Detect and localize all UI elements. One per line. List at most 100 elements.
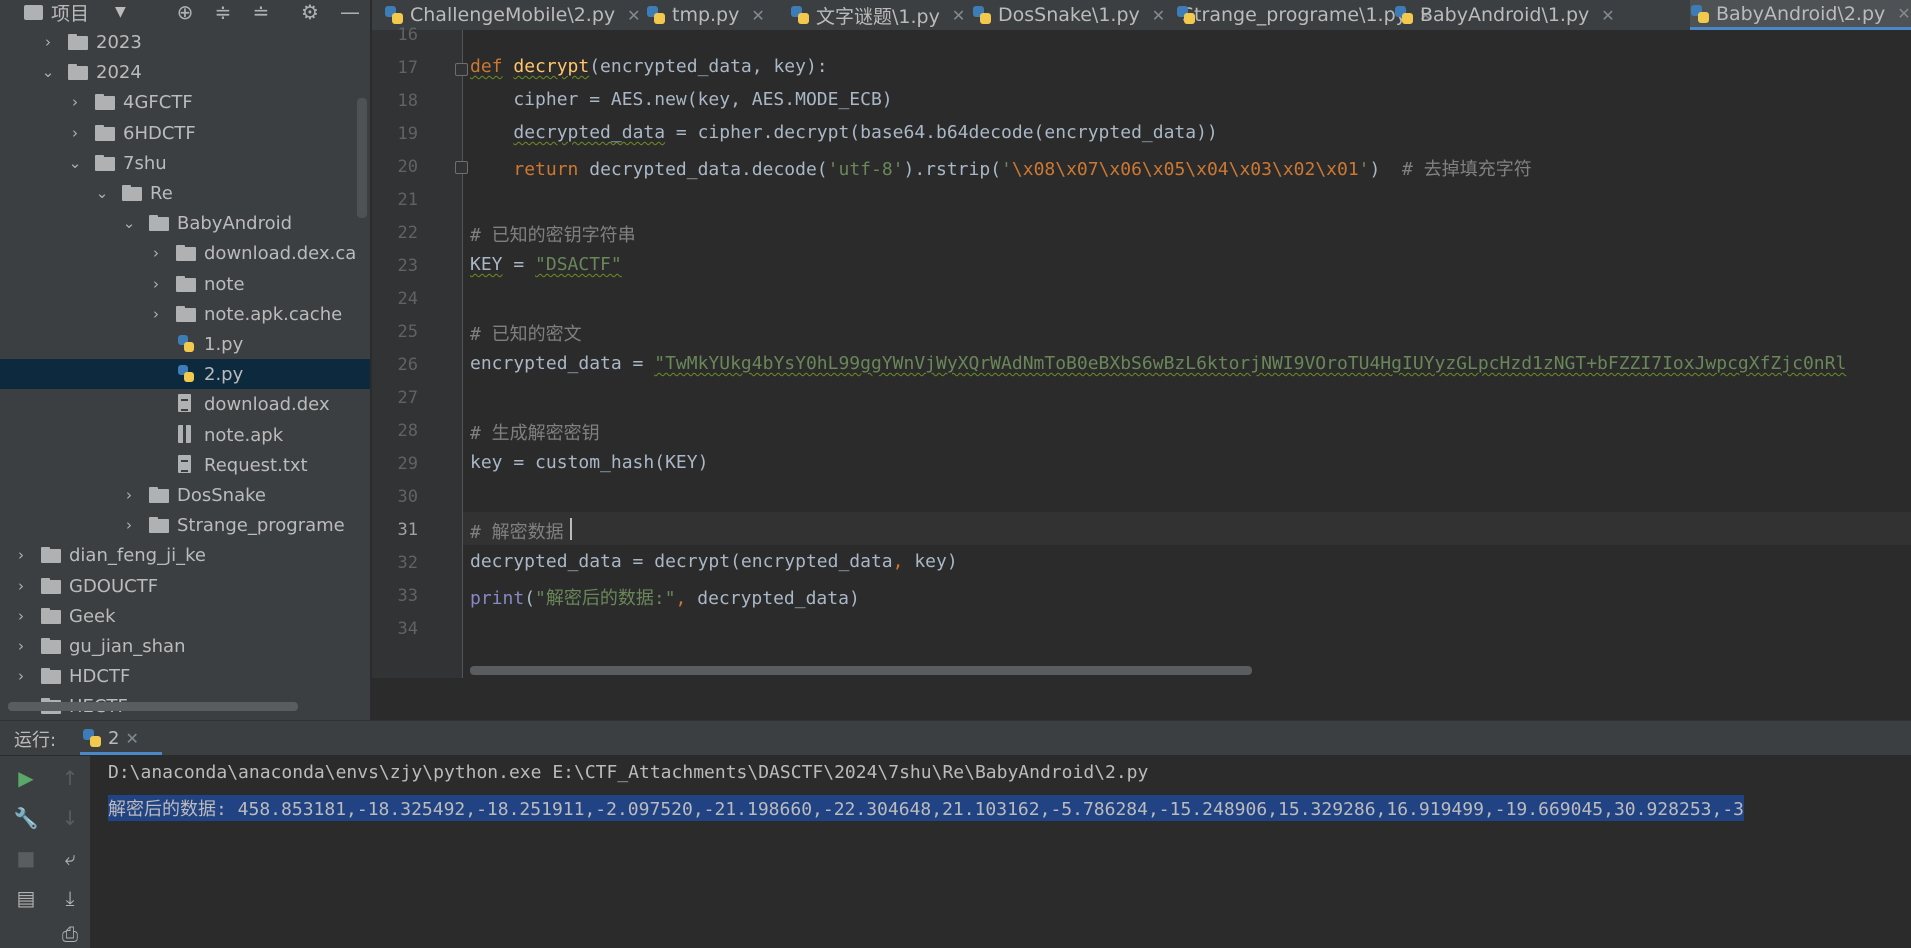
code-token: ' bbox=[1358, 159, 1370, 180]
tree-item-label: 6HDCTF bbox=[123, 122, 196, 144]
chevron-right-icon[interactable]: › bbox=[40, 34, 56, 50]
tree-item-label: Geek bbox=[69, 605, 116, 627]
chevron-right-icon[interactable]: › bbox=[148, 245, 164, 261]
python-file-icon bbox=[646, 5, 666, 25]
tree-item-note-apk-cache[interactable]: › note.apk.cache bbox=[0, 299, 370, 329]
code-token: "解密后的数据:" bbox=[535, 588, 676, 609]
editor-horizontal-scrollbar[interactable] bbox=[470, 666, 1252, 675]
editor-tab-label: Strange_programe\1.py bbox=[1182, 4, 1407, 26]
tree-item-hdctf[interactable]: › HDCTF bbox=[0, 661, 370, 691]
tree-item-geek[interactable]: › Geek bbox=[0, 601, 370, 631]
tree-item-label: 2.py bbox=[204, 363, 244, 385]
project-panel-header: 项目 ▼ ⊕ ≑ ≐ ⚙ — bbox=[0, 0, 370, 26]
editor-tab[interactable]: ChallengeMobile\2.py ✕ bbox=[384, 0, 646, 30]
chevron-right-icon[interactable]: › bbox=[13, 578, 29, 594]
chevron-down-icon[interactable]: ⌄ bbox=[94, 185, 110, 201]
console-output-line[interactable]: 解密后的数据: 458.853181,-18.325492,-18.251911… bbox=[108, 795, 1745, 821]
fold-marker-icon[interactable] bbox=[455, 161, 468, 174]
chevron-down-icon[interactable]: ⌄ bbox=[67, 155, 83, 171]
collapse-all-icon[interactable]: ≐ bbox=[249, 0, 273, 24]
python-file-icon bbox=[176, 335, 196, 352]
chevron-right-icon[interactable]: › bbox=[67, 94, 83, 110]
editor-tab[interactable]: Strange_programe\1.py ✕ bbox=[1176, 0, 1432, 30]
chevron-right-icon[interactable]: › bbox=[13, 547, 29, 563]
scroll-down-icon[interactable]: ↓ bbox=[56, 804, 84, 832]
code-token: key) bbox=[903, 551, 958, 572]
tree-item-6hdctf[interactable]: › 6HDCTF bbox=[0, 118, 370, 148]
run-console[interactable] bbox=[92, 756, 1911, 948]
tree-item-babyandroid[interactable]: ⌄ BabyAndroid bbox=[0, 208, 370, 238]
tree-item-strange-programe[interactable]: › Strange_programe bbox=[0, 510, 370, 540]
project-tree-vertical-scrollbar[interactable] bbox=[357, 98, 367, 218]
chevron-right-icon[interactable]: › bbox=[148, 276, 164, 292]
scroll-to-end-icon[interactable]: ⤓ bbox=[56, 884, 84, 912]
tree-item-1-py[interactable]: 1.py bbox=[0, 329, 370, 359]
folder-icon bbox=[68, 34, 88, 50]
editor-tab[interactable]: tmp.py ✕ bbox=[646, 0, 790, 30]
tree-item-2023[interactable]: › 2023 bbox=[0, 27, 370, 57]
chevron-down-icon[interactable]: ⌄ bbox=[40, 64, 56, 80]
project-tree-horizontal-scrollbar[interactable] bbox=[8, 702, 298, 711]
folder-icon bbox=[176, 245, 196, 261]
tree-item-label: Re bbox=[150, 182, 173, 204]
chevron-right-icon[interactable]: › bbox=[13, 608, 29, 624]
chevron-right-icon[interactable]: › bbox=[148, 306, 164, 322]
tree-item-note-apk[interactable]: note.apk bbox=[0, 420, 370, 450]
tree-item-note[interactable]: › note bbox=[0, 269, 370, 299]
code-token: return bbox=[513, 159, 579, 180]
chevron-right-icon[interactable]: › bbox=[13, 638, 29, 654]
editor-tab[interactable]: 文字谜题\1.py ✕ bbox=[790, 0, 972, 30]
chevron-right-icon[interactable]: › bbox=[121, 517, 137, 533]
editor-tab-label: BabyAndroid\2.py bbox=[1716, 2, 1886, 25]
tree-item-2-py[interactable]: 2.py bbox=[0, 359, 370, 389]
code-token: decrypted_data) bbox=[686, 588, 860, 609]
scroll-up-icon[interactable]: ↑ bbox=[56, 764, 84, 792]
project-view-selector[interactable]: 项目 ▼ bbox=[24, 0, 126, 26]
close-icon[interactable]: ✕ bbox=[952, 6, 965, 25]
tree-item-re[interactable]: ⌄ Re bbox=[0, 178, 370, 208]
tree-item-download-dex[interactable]: download.dex bbox=[0, 389, 370, 419]
hide-panel-icon[interactable]: — bbox=[338, 0, 362, 24]
editor-tab[interactable]: DosSnake\1.py ✕ bbox=[972, 0, 1176, 30]
soft-wrap-icon[interactable]: ⤶ bbox=[56, 844, 84, 872]
chevron-down-icon[interactable]: ▼ bbox=[115, 4, 126, 20]
rerun-icon[interactable]: ▶ bbox=[12, 764, 40, 792]
tree-item-download-dex-ca[interactable]: › download.dex.ca bbox=[0, 238, 370, 268]
line-number: 16 bbox=[397, 25, 418, 45]
tree-item-gu-jian-shan[interactable]: › gu_jian_shan bbox=[0, 631, 370, 661]
folder-icon bbox=[41, 578, 61, 594]
tree-item-request-txt[interactable]: Request.txt bbox=[0, 450, 370, 480]
editor-tab[interactable]: BabyAndroid\1.py ✕ bbox=[1394, 0, 1640, 30]
gear-icon[interactable]: ⚙ bbox=[298, 0, 322, 24]
code-token: ( bbox=[524, 588, 536, 609]
run-tab[interactable]: 2 ✕ bbox=[82, 722, 162, 754]
close-icon[interactable]: ✕ bbox=[125, 729, 138, 748]
tree-item-gdouctf[interactable]: › GDOUCTF bbox=[0, 571, 370, 601]
close-icon[interactable]: ✕ bbox=[1601, 6, 1614, 25]
editor-tab[interactable]: BabyAndroid\2.py ✕ bbox=[1690, 0, 1911, 30]
chevron-right-icon[interactable]: › bbox=[13, 668, 29, 684]
tree-item-2024[interactable]: ⌄ 2024 bbox=[0, 57, 370, 87]
close-icon[interactable]: ✕ bbox=[627, 6, 640, 25]
wrench-icon[interactable]: 🔧 bbox=[12, 804, 40, 832]
expand-all-icon[interactable]: ≑ bbox=[211, 0, 235, 24]
chevron-right-icon[interactable]: › bbox=[121, 487, 137, 503]
tree-item-dian-feng-ji-ke[interactable]: › dian_feng_ji_ke bbox=[0, 540, 370, 570]
tree-item-4gfctf[interactable]: › 4GFCTF bbox=[0, 87, 370, 117]
print-icon[interactable]: ⎙ bbox=[56, 920, 84, 948]
tree-item-label: 2023 bbox=[96, 31, 142, 53]
stop-icon[interactable]: ■ bbox=[12, 844, 40, 872]
fold-marker-icon[interactable] bbox=[455, 63, 468, 76]
code-token: ).rstrip( bbox=[903, 159, 1002, 180]
close-icon[interactable]: ✕ bbox=[751, 6, 764, 25]
close-icon[interactable]: ✕ bbox=[1152, 6, 1165, 25]
folder-icon bbox=[176, 276, 196, 292]
chevron-right-icon[interactable]: › bbox=[67, 125, 83, 141]
code-token: ' bbox=[1001, 159, 1012, 180]
close-icon[interactable]: ✕ bbox=[1897, 4, 1910, 23]
tree-item-dossnake[interactable]: › DosSnake bbox=[0, 480, 370, 510]
layout-icon[interactable]: ▤ bbox=[12, 884, 40, 912]
locate-file-icon[interactable]: ⊕ bbox=[173, 0, 197, 24]
chevron-down-icon[interactable]: ⌄ bbox=[121, 215, 137, 231]
tree-item-7shu[interactable]: ⌄ 7shu bbox=[0, 148, 370, 178]
